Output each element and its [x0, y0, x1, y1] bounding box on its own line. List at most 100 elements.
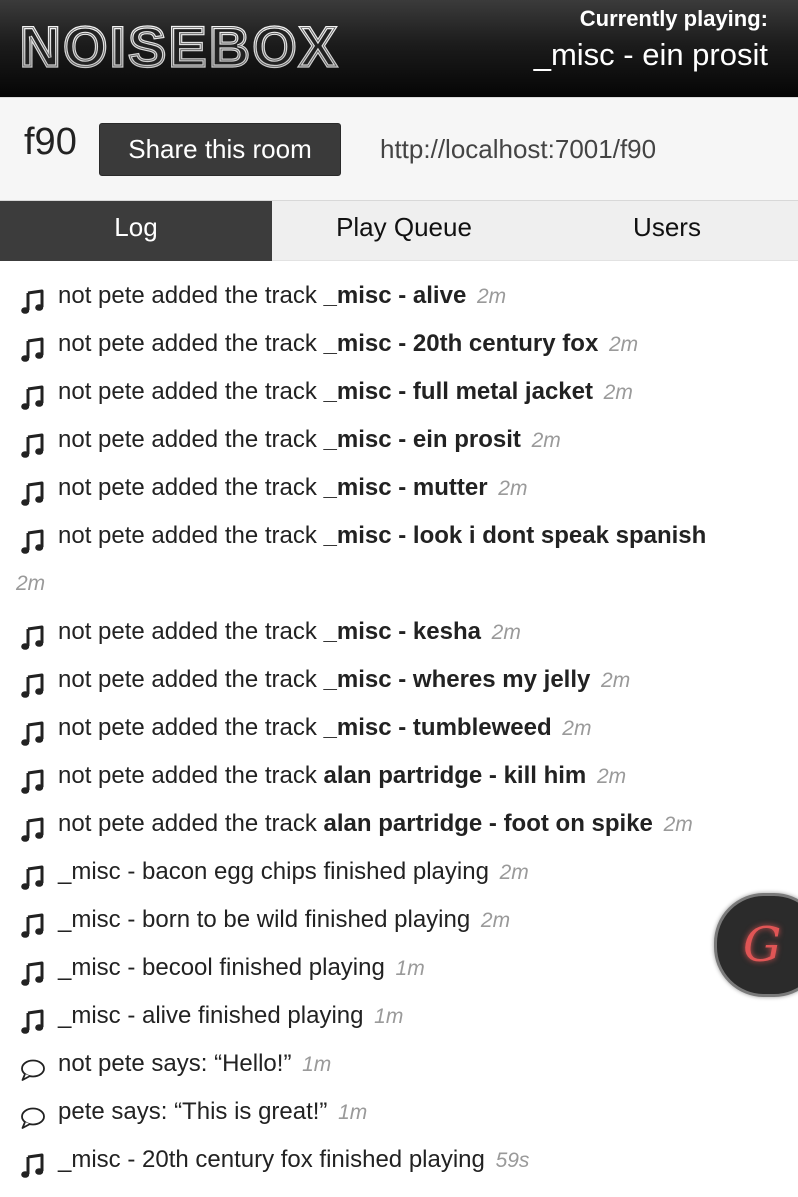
music-note-icon: [20, 380, 46, 410]
music-note-icon: [20, 956, 46, 986]
log-entry: _misc - bacon egg chips finished playing…: [0, 848, 798, 896]
log-entry: not pete added the track _misc - kesha 2…: [0, 608, 798, 656]
log-entry-message: not pete added the track: [58, 810, 324, 837]
activity-log[interactable]: not pete added the track _misc - alive 2…: [0, 262, 798, 1197]
speech-bubble-icon: [20, 1100, 46, 1129]
log-entry-message: not pete added the track: [58, 474, 324, 501]
log-entry: pete says: “This is great!” 1m: [0, 1088, 798, 1136]
room-bar: f90 Share this room http://localhost:700…: [0, 97, 798, 201]
log-entry-time: 59s: [495, 1149, 530, 1172]
log-entry-message: not pete added the track: [58, 426, 324, 453]
log-entry-time: 1m: [302, 1053, 332, 1076]
music-note-icon: [20, 716, 46, 746]
log-entry: _misc - becool finished playing 1m: [0, 944, 798, 992]
log-entry-text: not pete added the track _misc - mutter …: [58, 464, 527, 513]
log-entry: not pete says: “Hello!” 1m: [0, 1040, 798, 1088]
log-entry: _misc - born to be wild finished playing…: [0, 896, 798, 944]
log-entry: not pete added the track _misc - tumblew…: [0, 704, 798, 752]
log-entry: not pete added the track _misc - full me…: [0, 368, 798, 416]
log-entry: not pete added the track alan partridge …: [0, 752, 798, 800]
log-entry-text: not pete says: “Hello!” 1m: [58, 1040, 331, 1089]
log-entry: not pete added the track alan partridge …: [0, 800, 798, 848]
log-entry-text: not pete added the track _misc - tumblew…: [58, 704, 591, 753]
now-playing-track: _misc - ein prosit: [533, 37, 768, 72]
log-entry: _misc - 20th century fox finished playin…: [0, 1136, 798, 1184]
log-entry-track: _misc - alive: [323, 282, 467, 309]
log-entry-text: not pete added the track _misc - kesha 2…: [58, 608, 521, 657]
log-entry: not pete added the track _misc - ein pro…: [0, 416, 798, 464]
log-entry-time: 2m: [531, 429, 561, 452]
log-entry-track: _misc - mutter: [323, 474, 488, 501]
log-entry: not pete added the track _misc - 20th ce…: [0, 320, 798, 368]
log-entry-time: 2m: [16, 572, 46, 595]
log-entry-message: not pete added the track: [58, 666, 324, 693]
log-entry-time: 2m: [498, 477, 528, 500]
log-entry-track: alan partridge - kill him: [323, 762, 587, 789]
room-url[interactable]: http://localhost:7001/f90: [380, 131, 656, 167]
music-note-icon: [20, 860, 46, 890]
log-entry-message: not pete says: “Hello!”: [58, 1050, 292, 1077]
log-entry-text: not pete added the track _misc - wheres …: [58, 656, 630, 705]
music-note-icon: [20, 620, 46, 650]
log-entry-text: _misc - born to be wild finished playing…: [58, 896, 510, 945]
log-entry-time: 2m: [608, 333, 639, 356]
music-note-icon: [20, 908, 46, 938]
log-entry-time: 1m: [395, 957, 425, 980]
tab-log[interactable]: Log: [0, 201, 272, 261]
log-entry-text: not pete added the track _misc - 20th ce…: [58, 320, 638, 369]
log-entry-message: not pete added the track: [58, 522, 324, 549]
log-entry-time: 2m: [663, 813, 693, 836]
log-entry: not pete added the track _misc - look i …: [0, 512, 798, 560]
now-playing: Currently playing: _misc - ein prosit: [534, 6, 768, 76]
log-entry-message: _misc - born to be wild finished playing: [58, 906, 471, 933]
log-entry-track: _misc - ein prosit: [323, 426, 521, 453]
log-entry-text: not pete added the track alan partridge …: [58, 800, 693, 849]
log-entry-text: _misc - bacon egg chips finished playing…: [58, 848, 529, 897]
log-entry-time: 1m: [374, 1005, 404, 1028]
log-entry-time: 2m: [476, 285, 507, 308]
svg-text:NOISEBOX: NOISEBOX: [20, 16, 340, 76]
top-header: NOISEBOX NOISEBOX Currently playing: _mi…: [0, 0, 798, 97]
log-entry-message: pete says: “This is great!”: [58, 1098, 328, 1125]
log-entry: not pete added the track _misc - mutter …: [0, 464, 798, 512]
share-room-button[interactable]: Share this room: [99, 123, 341, 176]
log-entry-time: 2m: [601, 669, 631, 692]
music-note-icon: [20, 332, 46, 362]
music-note-icon: [20, 476, 46, 506]
log-entry: not pete added the track _misc - alive 2…: [0, 272, 798, 320]
log-entry-text: pete says: “This is great!” 1m: [58, 1088, 367, 1137]
music-note-icon: [20, 1148, 46, 1178]
tab-play-queue[interactable]: Play Queue: [272, 201, 536, 261]
speech-bubble-icon: [20, 1052, 46, 1081]
music-note-icon: [20, 428, 46, 458]
log-entry-time: 2m: [603, 381, 633, 404]
music-note-icon: [20, 284, 46, 314]
log-entry-message: not pete added the track: [58, 330, 324, 357]
log-entry-track: _misc - kesha: [323, 618, 481, 645]
log-entry-message: not pete added the track: [58, 762, 324, 789]
log-entry-message: _misc - becool finished playing: [58, 954, 385, 981]
music-note-icon: [20, 668, 46, 698]
log-entry-text: _misc - alive finished playing 1m: [58, 992, 403, 1041]
tab-bar: Log Play Queue Users: [0, 201, 798, 261]
log-entry-time: 2m: [596, 765, 627, 788]
noisebox-logo[interactable]: NOISEBOX NOISEBOX: [18, 16, 353, 76]
log-entry-time: 1m: [338, 1101, 368, 1124]
log-entry-message: not pete added the track: [58, 714, 324, 741]
log-entry-text: _misc - 20th century fox finished playin…: [58, 1136, 529, 1185]
music-note-icon: [20, 764, 46, 794]
log-entry-time: 2m: [499, 861, 529, 884]
log-entry-message: not pete added the track: [58, 618, 324, 645]
log-entry-message: _misc - bacon egg chips finished playing: [58, 858, 489, 885]
log-entry-track: _misc - 20th century fox: [323, 330, 599, 357]
log-entry-text: not pete added the track alan partridge …: [58, 752, 626, 801]
tab-users[interactable]: Users: [536, 201, 798, 261]
room-name: f90: [24, 121, 77, 163]
log-entry-text: not pete added the track _misc - look i …: [58, 512, 706, 560]
g-icon: G: [743, 917, 782, 973]
log-entry-track: _misc - look i dont speak spanish: [323, 522, 707, 549]
music-note-icon: [20, 524, 46, 554]
log-entry-message: not pete added the track: [58, 282, 324, 309]
log-entry: not pete added the track _misc - wheres …: [0, 656, 798, 704]
log-entry-time: 2m: [562, 717, 592, 740]
